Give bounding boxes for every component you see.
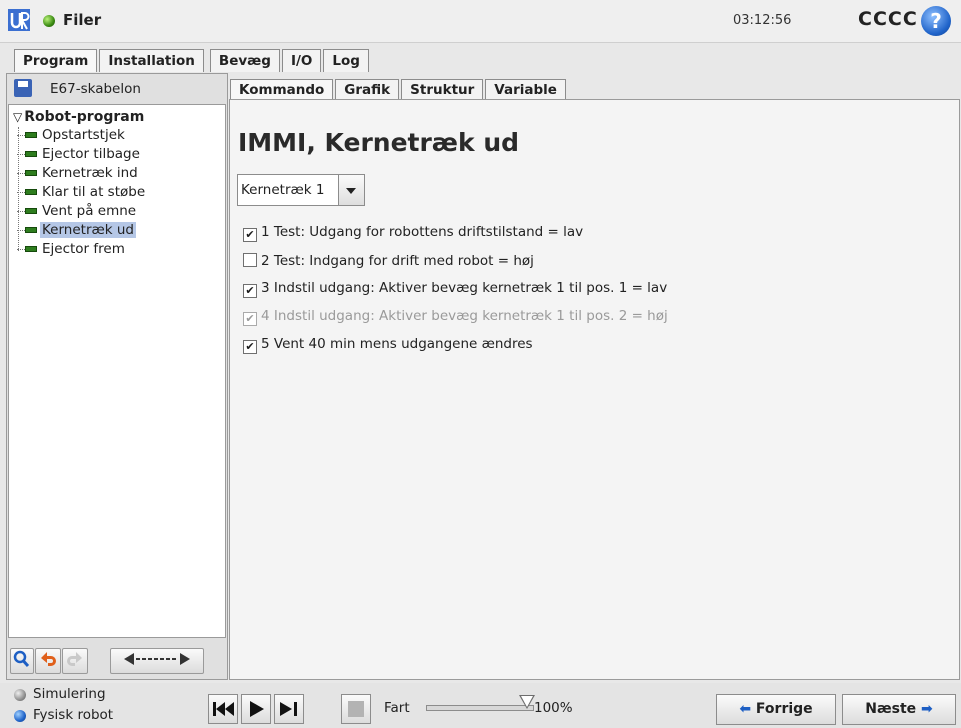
checkbox-4: ✔: [243, 312, 257, 326]
checkbox-2[interactable]: [243, 253, 257, 267]
check-row-3[interactable]: ✔ 3 Indstil udgang: Aktiver bevæg kernetr…: [243, 278, 667, 298]
node-icon: [25, 227, 37, 233]
tab-variables[interactable]: Variable: [485, 79, 566, 100]
robot-status-icon: [43, 15, 55, 27]
node-icon: [25, 189, 37, 195]
tab-installation[interactable]: Installation: [99, 49, 204, 72]
step-forward-icon: [280, 702, 297, 716]
core-pull-select-value: Kernetræk 1: [241, 182, 325, 198]
node-icon: [25, 170, 37, 176]
help-icon[interactable]: ?: [921, 6, 951, 36]
arrow-right-icon: ➡: [921, 701, 933, 717]
checkbox-5[interactable]: ✔: [243, 340, 257, 354]
tree-toolbar: [8, 646, 226, 676]
sub-tabs: Kommando Grafik Struktur Variable: [230, 79, 568, 100]
node-icon: [25, 132, 37, 138]
tab-structure[interactable]: Struktur: [401, 79, 484, 100]
tree-item-kernetraek-ind[interactable]: Kernetræk ind: [17, 164, 140, 183]
tree-item-kernetraek-ud[interactable]: Kernetræk ud: [17, 221, 136, 240]
next-label: Næste: [865, 701, 917, 717]
check-label-3: 3 Indstil udgang: Aktiver bevæg kernetræ…: [261, 280, 668, 296]
next-button[interactable]: Næste ➡: [842, 694, 956, 725]
tab-graphics[interactable]: Grafik: [335, 79, 400, 100]
check-label-2: 2 Test: Indgang for drift med robot = hø…: [261, 253, 534, 269]
tree-item-ejector-frem[interactable]: Ejector frem: [17, 240, 127, 259]
step-button[interactable]: [274, 694, 304, 724]
node-icon: [25, 246, 37, 252]
save-icon[interactable]: [14, 79, 32, 97]
stop-icon: [348, 701, 364, 717]
tree-item-klar-til-at-stoebe[interactable]: Klar til at støbe: [17, 183, 147, 202]
tree-item-label: Kernetræk ind: [42, 165, 138, 181]
bottom-bar: Simulering Fysisk robot Fart 100% ⬅ Forr…: [0, 683, 961, 728]
node-icon: [25, 151, 37, 157]
tree-item-label: Klar til at støbe: [42, 184, 146, 200]
previous-label: Forrige: [755, 701, 813, 717]
check-label-5: 5 Vent 40 min mens udgangene ændres: [261, 336, 533, 352]
program-panel: E67-skabelon ▽ Robot-program Opstartstjek…: [6, 73, 228, 680]
skip-to-start-button[interactable]: [208, 694, 238, 724]
play-button[interactable]: [241, 694, 271, 724]
tree-item-label: Ejector frem: [42, 241, 125, 257]
real-robot-label[interactable]: Fysisk robot: [33, 707, 113, 723]
tab-move[interactable]: Bevæg: [209, 49, 280, 72]
tree-item-label: Kernetræk ud: [40, 222, 136, 238]
tab-program[interactable]: Program: [14, 49, 98, 72]
check-row-5[interactable]: ✔ 5 Vent 40 min mens udgangene ændres: [243, 334, 533, 354]
program-file-name: E67-skabelon: [50, 81, 141, 97]
tab-io[interactable]: I/O: [281, 49, 322, 72]
undo-button[interactable]: [35, 648, 61, 674]
check-row-2[interactable]: 2 Test: Indgang for drift med robot = hø…: [243, 251, 534, 271]
program-file-row[interactable]: E67-skabelon: [8, 75, 226, 103]
checkbox-1[interactable]: ✔: [243, 228, 257, 242]
clock: 03:12:56: [733, 13, 792, 28]
tab-command[interactable]: Kommando: [230, 79, 334, 100]
check-row-1[interactable]: ✔ 1 Test: Udgang for robottens driftstils…: [243, 222, 583, 242]
speed-label: Fart: [384, 700, 410, 716]
previous-button[interactable]: ⬅ Forrige: [716, 694, 836, 725]
redo-button[interactable]: [62, 648, 88, 674]
left-right-arrow-icon: [124, 653, 190, 665]
skip-back-icon: [213, 702, 234, 716]
speed-value: 100%: [534, 700, 573, 716]
tree-root-label: Robot-program: [24, 109, 145, 125]
arrow-left-icon: ⬅: [739, 701, 752, 717]
tree-item-opstartstjek[interactable]: Opstartstjek: [17, 126, 127, 145]
app-title[interactable]: Filer: [63, 11, 101, 29]
node-icon: [25, 208, 37, 214]
redo-icon: [67, 652, 82, 666]
tree-item-label: Opstartstjek: [42, 127, 125, 143]
command-panel: IMMI, Kernetræk ud Kernetræk 1 ✔ 1 Test: …: [229, 99, 960, 680]
ur-logo-icon: [8, 9, 30, 31]
tree-item-label: Ejector tilbage: [42, 146, 140, 162]
tab-log[interactable]: Log: [323, 49, 369, 72]
check-label-1: 1 Test: Udgang for robottens driftstilst…: [261, 224, 584, 240]
tree-item-vent-paa-emne[interactable]: Vent på emne: [17, 202, 138, 221]
simulation-radio-icon[interactable]: [14, 689, 26, 701]
search-icon: [13, 650, 30, 668]
undo-icon: [41, 652, 56, 666]
check-label-4: 4 Indstil udgang: Aktiver bevæg kernetræ…: [261, 308, 668, 324]
core-pull-select[interactable]: Kernetræk 1: [237, 174, 365, 206]
program-tree: ▽ Robot-program Opstartstjek Ejector tilb…: [8, 104, 226, 638]
chevron-down-icon[interactable]: [338, 175, 364, 205]
speed-slider-thumb[interactable]: [519, 695, 535, 709]
main-tabs: Program Installation Bevæg I/O Log: [14, 49, 371, 72]
page-title: IMMI, Kernetræk ud: [238, 128, 520, 157]
stop-button[interactable]: [341, 694, 371, 724]
move-node-button[interactable]: [110, 648, 204, 674]
expand-triangle-icon[interactable]: ▽: [13, 110, 22, 124]
real-robot-radio-icon[interactable]: [14, 710, 26, 722]
robot-name: CCCC: [858, 8, 918, 30]
tree-root[interactable]: ▽ Robot-program: [13, 109, 144, 125]
check-row-4: ✔ 4 Indstil udgang: Aktiver bevæg kernetr…: [243, 306, 668, 326]
tree-item-ejector-tilbage[interactable]: Ejector tilbage: [17, 145, 142, 164]
title-bar: Filer 03:12:56 CCCC ?: [0, 0, 961, 43]
simulation-label[interactable]: Simulering: [33, 686, 106, 702]
search-button[interactable]: [10, 648, 34, 674]
speed-slider-track[interactable]: [426, 705, 534, 711]
checkbox-3[interactable]: ✔: [243, 284, 257, 298]
play-icon: [250, 701, 264, 717]
tree-item-label: Vent på emne: [42, 203, 137, 219]
